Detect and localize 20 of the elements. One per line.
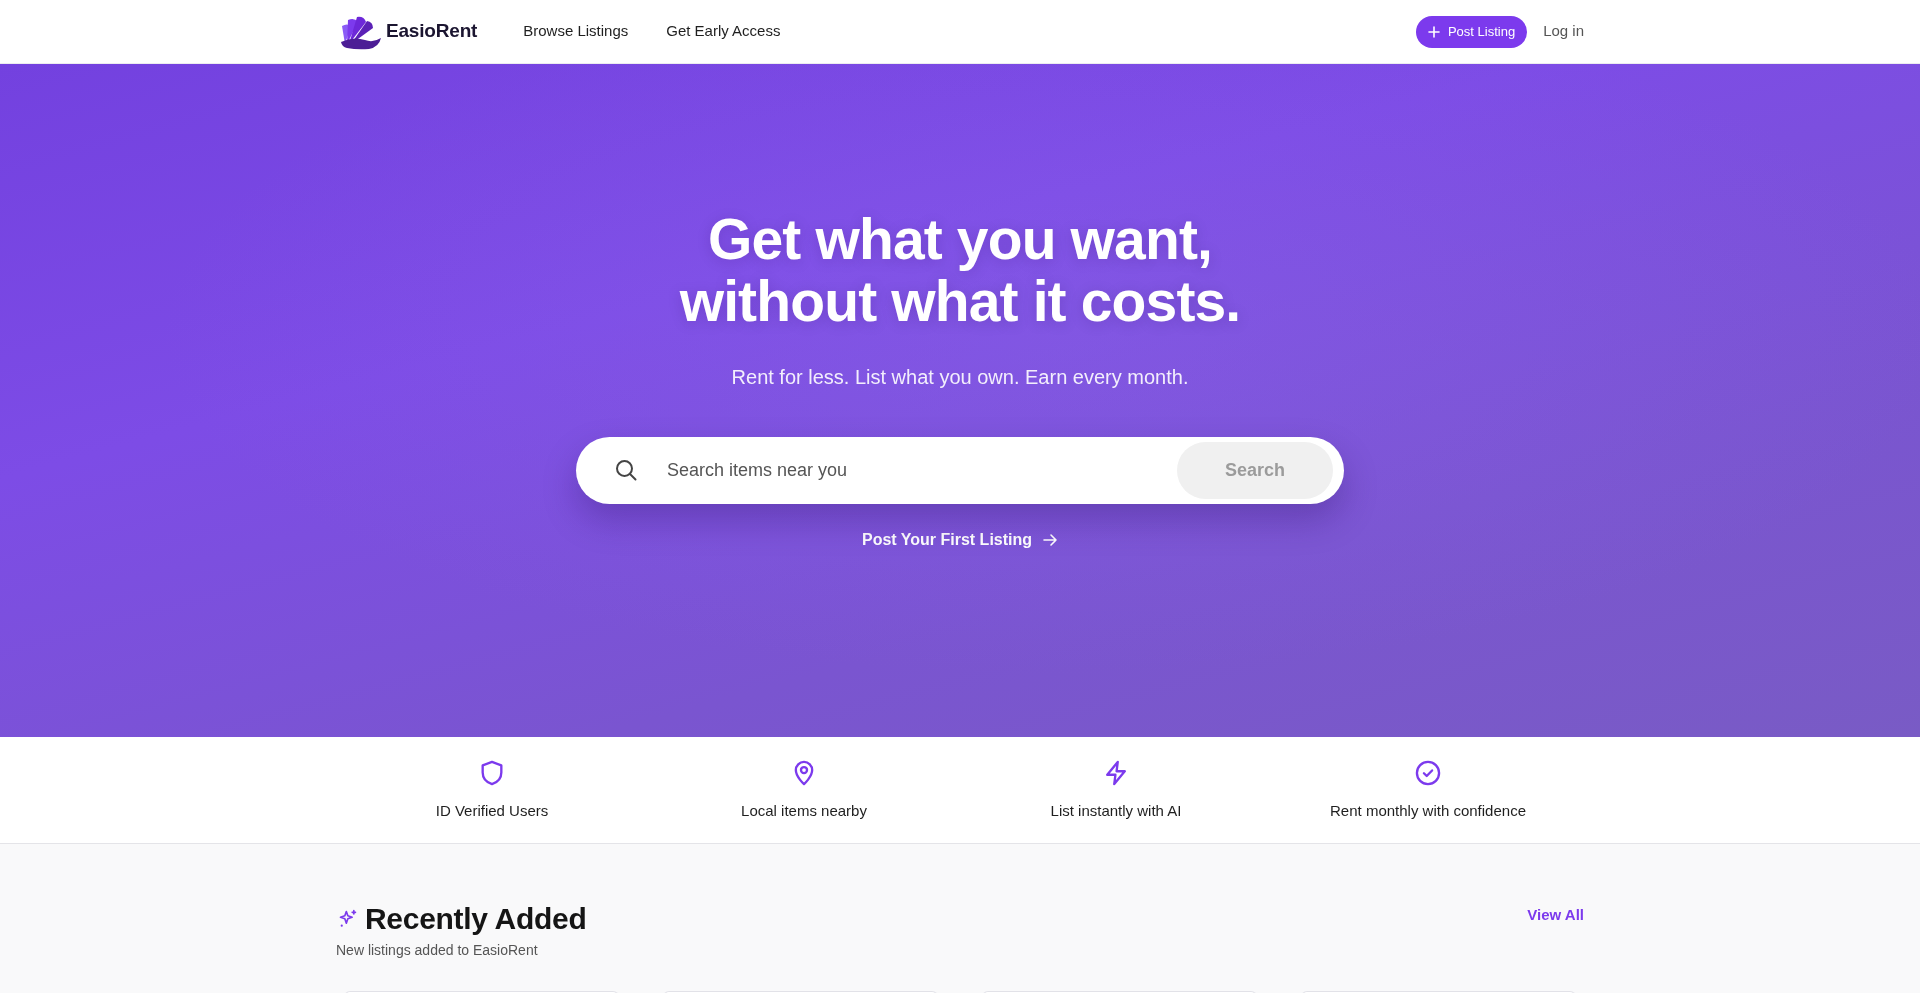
check-circle-icon bbox=[1414, 759, 1442, 787]
login-link[interactable]: Log in bbox=[1543, 20, 1584, 43]
plus-icon bbox=[1427, 25, 1440, 38]
section-title: Recently Added bbox=[365, 901, 587, 937]
section-subtitle: New listings added to EasioRent bbox=[336, 941, 538, 960]
feature-label: List instantly with AI bbox=[1050, 801, 1182, 821]
nav-link[interactable]: Browse Listings bbox=[523, 14, 629, 49]
post-listing-link[interactable]: Post Your First Listing bbox=[861, 528, 1059, 553]
nav-link[interactable]: Get Early Access bbox=[666, 14, 781, 49]
post-listing-button[interactable]: Post Listing bbox=[1415, 15, 1528, 48]
sparkle-icon bbox=[338, 909, 358, 929]
hero-headline: Get what you want, without what it costs. bbox=[678, 209, 1242, 333]
search-icon bbox=[614, 458, 638, 483]
hero-subtitle: Rent for less. List what you own. Earn every month. bbox=[731, 365, 1189, 391]
arrow-right-icon bbox=[1042, 532, 1059, 549]
feature-label: ID Verified Users bbox=[435, 801, 549, 821]
view-all-link[interactable]: View All bbox=[1527, 904, 1584, 927]
brand-name[interactable]: EasioRent bbox=[386, 17, 478, 46]
feature-label: Local items nearby bbox=[741, 801, 867, 821]
feature-label: Rent monthly with confidence bbox=[1330, 801, 1526, 821]
